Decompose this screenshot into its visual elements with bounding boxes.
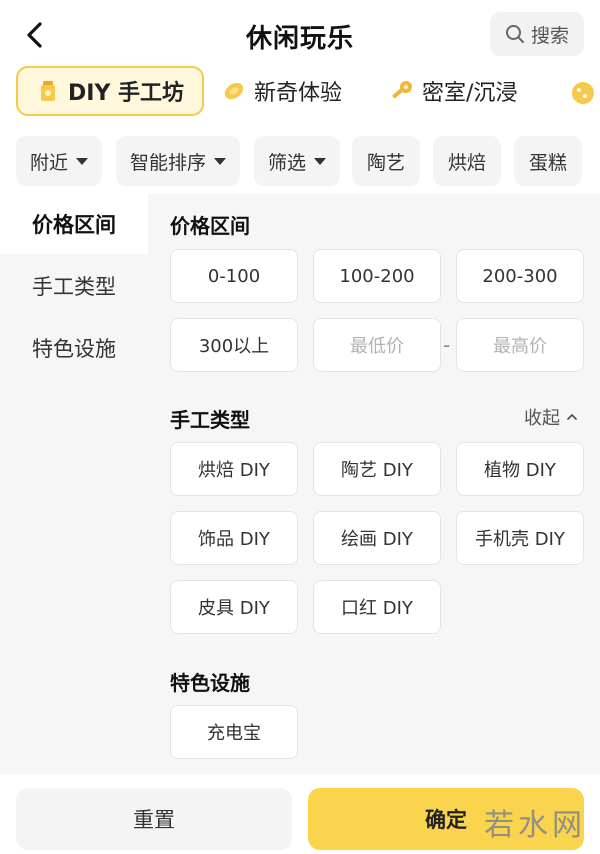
filter-pottery[interactable]: 陶艺 [352,136,420,186]
sidebar-item-facility[interactable]: 特色设施 [0,318,148,378]
craft-option[interactable]: 手机壳 DIY [456,511,584,565]
tab-escape-room[interactable]: 密室/沉浸 [390,66,517,116]
tab-diy-workshop[interactable]: DIY 手工坊 [16,66,205,116]
filter-screen[interactable]: 筛选 [254,136,340,186]
filter-label: 智能排序 [129,151,206,174]
jar-icon [41,81,55,101]
filter-cake[interactable]: 蛋糕 [514,136,582,186]
reset-button[interactable]: 重置 [16,788,292,850]
category-tabs: DIY 手工坊 新奇体验 密室/沉浸 [0,66,600,120]
collapse-label: 收起 [524,408,560,429]
action-footer: 重置 确定 若水网 [0,774,600,854]
partial-tab-icon[interactable] [570,80,596,106]
filter-label: 附近 [29,151,68,174]
filter-label: 烘焙 [447,151,486,174]
caret-down-icon [314,157,326,165]
craft-option[interactable]: 饰品 DIY [170,511,298,565]
price-option[interactable]: 100-200 [313,249,441,303]
sidebar-item-craft-type[interactable]: 手工类型 [0,256,148,316]
max-price-input[interactable]: 最高价 [456,318,584,372]
filter-baking[interactable]: 烘焙 [433,136,501,186]
filter-label: 蛋糕 [528,151,567,174]
search-button[interactable]: 搜索 [490,12,584,56]
chevron-up-icon [567,414,577,420]
key-icon [392,81,412,99]
tab-novel-experience[interactable]: 新奇体验 [222,66,342,116]
top-bar: 休闲玩乐 搜索 [0,0,600,68]
filter-smart-sort[interactable]: 智能排序 [116,136,240,186]
sidebar-item-price[interactable]: 价格区间 [0,194,148,254]
tab-label: DIY 手工坊 [68,81,185,106]
price-option[interactable]: 0-100 [170,249,298,303]
lemon-icon [224,82,244,100]
tab-label: 新奇体验 [254,81,343,106]
filter-label: 陶艺 [366,151,405,174]
tab-label: 密室/沉浸 [422,81,518,106]
filter-bar: 附近 智能排序 筛选 陶艺 烘焙 蛋糕 [0,136,600,190]
search-label: 搜索 [530,24,569,47]
min-price-input[interactable]: 最低价 [313,318,441,372]
caret-down-icon [76,157,88,165]
filter-nearby[interactable]: 附近 [16,136,102,186]
filter-label: 筛选 [267,151,306,174]
craft-option[interactable]: 皮具 DIY [170,580,298,634]
collapse-button[interactable]: 收起 [524,404,578,430]
filter-content: 价格区间 0-100 100-200 200-300 300以上 最低价 - 最… [148,194,600,774]
section-title-price: 价格区间 [170,214,250,238]
craft-option[interactable]: 绘画 DIY [313,511,441,565]
price-option[interactable]: 300以上 [170,318,298,372]
craft-option[interactable]: 口红 DIY [313,580,441,634]
filter-sidebar: 价格区间 手工类型 特色设施 [0,194,148,774]
craft-option[interactable]: 陶艺 DIY [313,442,441,496]
section-title-facility: 特色设施 [170,671,250,695]
craft-option[interactable]: 植物 DIY [456,442,584,496]
facility-option[interactable]: 充电宝 [170,705,298,759]
caret-down-icon [214,157,226,165]
section-title-craft: 手工类型 [170,408,250,432]
price-option[interactable]: 200-300 [456,249,584,303]
craft-option[interactable]: 烘焙 DIY [170,442,298,496]
watermark: 若水网 [484,808,586,843]
filter-panel: 价格区间 手工类型 特色设施 价格区间 0-100 100-200 200-30… [0,194,600,774]
search-icon [505,25,524,43]
price-separator: - [443,333,451,357]
